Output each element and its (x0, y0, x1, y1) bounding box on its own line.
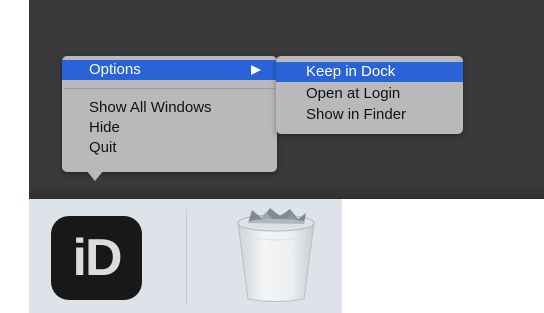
desktop-edge (29, 186, 544, 199)
submenu-item-open-at-login[interactable]: Open at Login (276, 84, 463, 104)
menu-item-show-all-windows[interactable]: Show All Windows (62, 98, 277, 118)
options-submenu: Keep in Dock Open at Login Show in Finde… (276, 56, 463, 134)
menu-item-label: Show in Finder (306, 106, 407, 123)
trash-icon[interactable] (232, 207, 320, 303)
menu-item-quit[interactable]: Quit (62, 138, 277, 158)
submenu-item-show-in-finder[interactable]: Show in Finder (276, 105, 463, 125)
menu-item-label: Options (89, 61, 141, 78)
menu-pointer (86, 170, 104, 181)
dock-divider (186, 210, 187, 304)
app-icon-label: iD (72, 229, 123, 287)
menu-item-label: Open at Login (306, 85, 401, 102)
menu-item-hide[interactable]: Hide (62, 118, 277, 138)
submenu-arrow-icon (251, 65, 261, 75)
page-background (342, 199, 544, 313)
menu-item-label: Quit (89, 139, 117, 156)
dock-context-menu: Options Show All Windows Hide Quit (62, 56, 277, 172)
menu-item-label: Keep in Dock (306, 63, 396, 80)
menu-item-label: Show All Windows (89, 99, 212, 116)
submenu-item-keep-in-dock[interactable]: Keep in Dock (276, 62, 463, 82)
menu-item-label: Hide (89, 119, 120, 136)
app-icon[interactable]: iD (51, 216, 142, 300)
menu-separator (64, 88, 275, 89)
menu-item-options[interactable]: Options (62, 60, 277, 80)
